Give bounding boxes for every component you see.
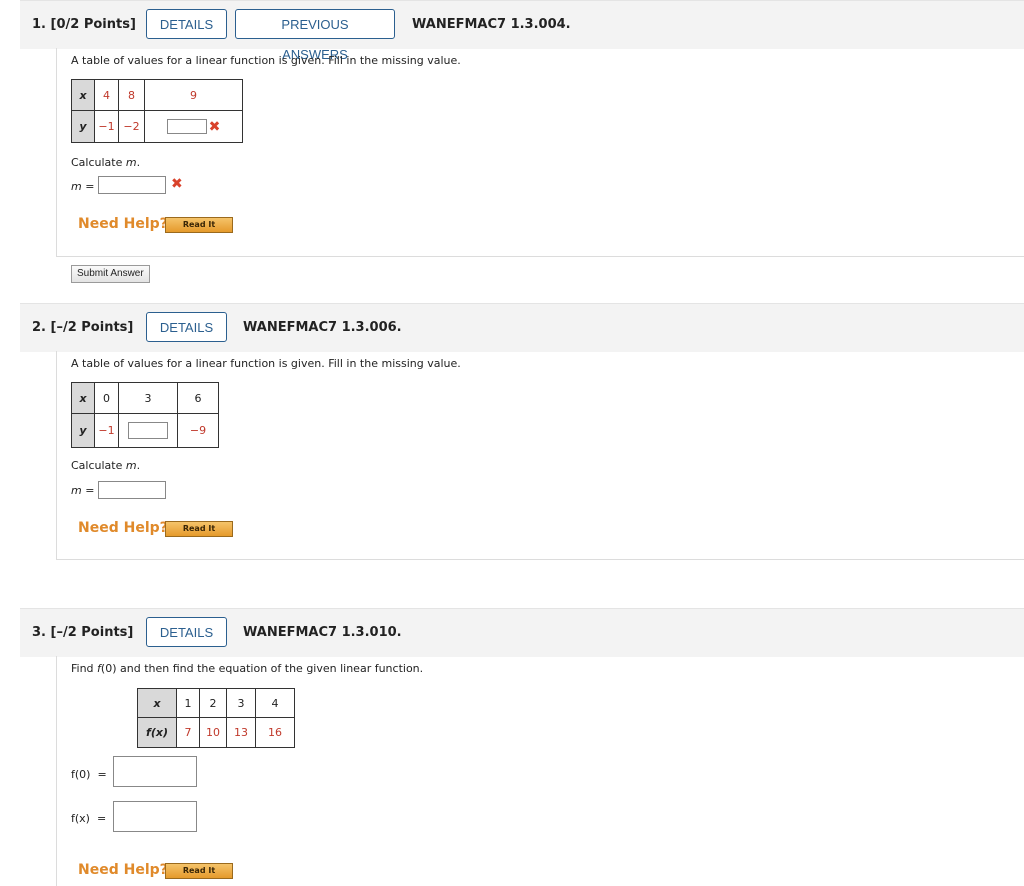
question-3-read-it-button[interactable]: Read It — [165, 863, 233, 879]
table-input-cell: ✖ — [144, 110, 243, 143]
x-mark-icon: ✖ — [171, 176, 183, 192]
question-1-need-help: Need Help? — [78, 216, 168, 232]
question-3-f0-input[interactable] — [113, 756, 197, 787]
missing-value-input[interactable] — [128, 422, 168, 439]
question-1-read-it-button[interactable]: Read It — [165, 217, 233, 233]
table-cell: 6 — [177, 382, 219, 414]
question-2-code: WANEFMAC7 1.3.006. — [243, 320, 402, 335]
question-1-calc-label: Calculate m. — [71, 156, 141, 169]
table-x-header: x — [71, 79, 95, 111]
table-x-header: x — [137, 688, 177, 718]
question-1-details-button[interactable]: DETAILS — [146, 9, 227, 39]
question-1-m-input[interactable] — [98, 176, 166, 194]
table-cell: 3 — [226, 688, 256, 718]
table-cell: −2 — [118, 110, 145, 143]
table-input-cell — [118, 413, 178, 448]
question-2-instruction: A table of values for a linear function … — [71, 357, 461, 370]
table-cell: 16 — [255, 717, 295, 748]
question-2-m-input[interactable] — [98, 481, 166, 499]
table-cell: 1 — [176, 688, 200, 718]
question-3-instruction: Find f(0) and then find the equation of … — [71, 662, 424, 675]
question-1-body: A table of values for a linear function … — [56, 48, 1024, 283]
question-1-instruction: A table of values for a linear function … — [71, 54, 461, 67]
question-2-read-it-button[interactable]: Read It — [165, 521, 233, 537]
question-3-fx-input[interactable] — [113, 801, 197, 832]
missing-value-input[interactable] — [166, 119, 207, 134]
question-3-f0-label: f(0) = — [71, 768, 107, 781]
question-3-value-table: x 1 2 3 4 f(x) 7 10 13 16 — [137, 688, 295, 748]
question-1-title: 1. [0/2 Points] — [32, 17, 136, 32]
table-cell: 4 — [255, 688, 295, 718]
table-y-header: y — [71, 110, 95, 143]
question-2-calc-label: Calculate m. — [71, 459, 141, 472]
table-cell: 2 — [199, 688, 227, 718]
question-1-submit-button[interactable]: Submit Answer — [71, 265, 150, 283]
question-3-header: 3. [–/2 Points] DETAILS WANEFMAC7 1.3.01… — [20, 608, 1024, 657]
table-cell: 0 — [94, 382, 119, 414]
question-1-m-label: m = — [71, 180, 95, 193]
table-cell: 9 — [144, 79, 243, 111]
question-3-code: WANEFMAC7 1.3.010. — [243, 625, 402, 640]
question-1-value-table: x 4 8 9 y −1 −2 ✖ — [71, 79, 243, 143]
table-y-header: y — [71, 413, 95, 448]
question-3-body: Find f(0) and then find the equation of … — [56, 656, 1024, 886]
question-3-title: 3. [–/2 Points] — [32, 625, 134, 640]
table-cell: 13 — [226, 717, 256, 748]
question-1-previous-answers-button[interactable]: PREVIOUS ANSWERS — [235, 9, 395, 62]
table-fx-header: f(x) — [137, 717, 177, 748]
question-3-fx-label: f(x) = — [71, 812, 107, 825]
question-2-body: A table of values for a linear function … — [56, 351, 1024, 560]
table-cell: 7 — [176, 717, 200, 748]
question-2-title: 2. [–/2 Points] — [32, 320, 134, 335]
question-2-m-label: m = — [71, 484, 95, 497]
table-cell: 3 — [118, 382, 178, 414]
question-2-need-help: Need Help? — [78, 520, 168, 536]
table-cell: −1 — [94, 110, 119, 143]
question-2-header: 2. [–/2 Points] DETAILS WANEFMAC7 1.3.00… — [20, 303, 1024, 352]
table-cell: −9 — [177, 413, 219, 448]
table-cell: 8 — [118, 79, 145, 111]
question-1-code: WANEFMAC7 1.3.004. — [412, 17, 571, 32]
table-cell: 4 — [94, 79, 119, 111]
table-cell: 10 — [199, 717, 227, 748]
question-3-need-help: Need Help? — [78, 862, 168, 878]
question-2-details-button[interactable]: DETAILS — [146, 312, 227, 342]
x-mark-icon: ✖ — [208, 118, 221, 135]
table-x-header: x — [71, 382, 95, 414]
question-2-value-table: x 0 3 6 y −1 −9 — [71, 382, 219, 448]
table-cell: −1 — [94, 413, 119, 448]
question-1-header: 1. [0/2 Points] DETAILS PREVIOUS ANSWERS… — [20, 0, 1024, 62]
question-3-details-button[interactable]: DETAILS — [146, 617, 227, 647]
